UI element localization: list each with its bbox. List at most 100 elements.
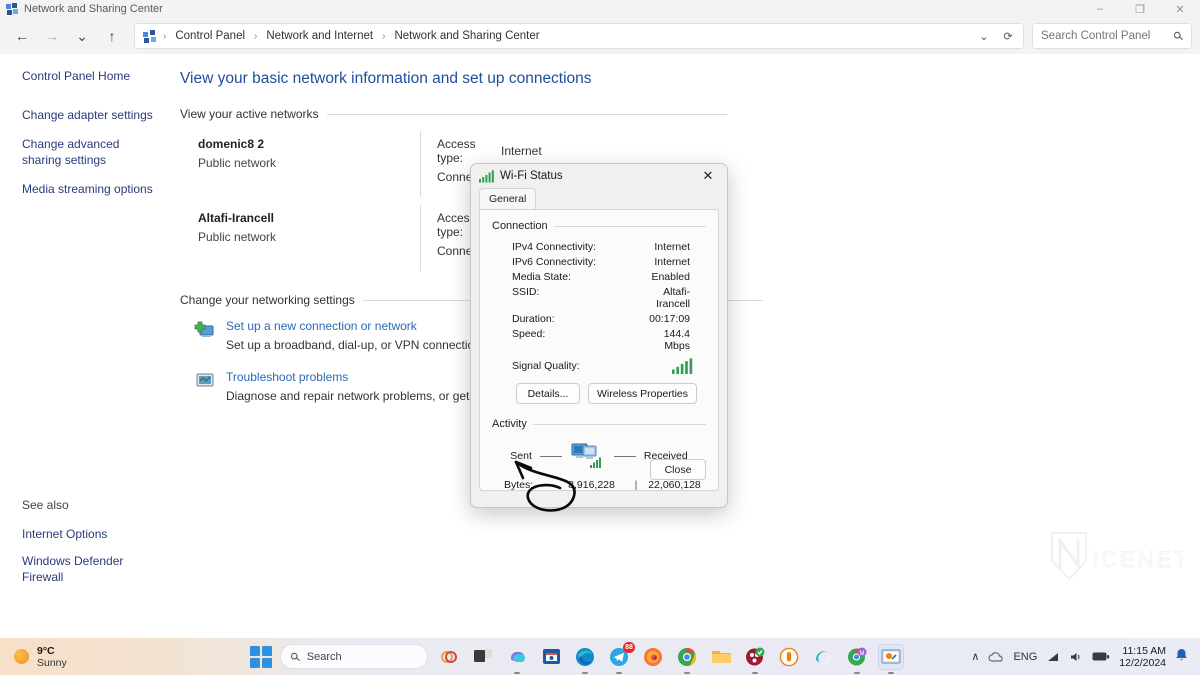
battery-icon[interactable] <box>1092 651 1110 662</box>
minimize-button[interactable]: – <box>1080 0 1120 18</box>
file-explorer-icon[interactable] <box>708 644 734 670</box>
breadcrumb-network-and-sharing-center[interactable]: Network and Sharing Center <box>390 28 543 44</box>
forward-button[interactable]: → <box>38 22 66 50</box>
taskbar-search[interactable]: ⚲ Search <box>280 644 428 669</box>
bytes-label: Bytes: <box>504 479 534 491</box>
telegram-icon[interactable]: 88 <box>606 641 635 674</box>
networking-settings-label: Change your networking settings <box>180 293 355 307</box>
app-orange-icon[interactable] <box>776 644 802 670</box>
network-sharing-center-taskbar-icon[interactable] <box>878 643 904 674</box>
taskbar-search-placeholder: Search <box>306 650 342 663</box>
app-red-icon[interactable] <box>742 644 768 674</box>
app-teal-icon[interactable] <box>810 644 836 670</box>
see-also-internet-options[interactable]: Internet Options <box>22 526 162 542</box>
dialog-close-icon[interactable]: ✕ <box>695 166 721 186</box>
breadcrumb-separator: › <box>382 30 386 42</box>
duration-label: Duration: <box>512 312 555 325</box>
ipv6-label: IPv6 Connectivity: <box>512 255 597 268</box>
running-indicator <box>888 671 894 674</box>
back-button[interactable]: ← <box>8 22 36 50</box>
address-bar-actions: ⌄ ⟳ <box>973 25 1019 47</box>
onedrive-cloud-icon[interactable] <box>988 651 1004 663</box>
wifi-tray-icon[interactable] <box>1046 651 1060 663</box>
notification-bell-icon[interactable] <box>1175 648 1188 665</box>
properties-button[interactable]: Properties <box>500 507 564 508</box>
volume-icon[interactable] <box>1069 651 1083 663</box>
sidebar-item-change-adapter-settings[interactable]: Change adapter settings <box>22 107 162 123</box>
access-type-row: Access type: Internet <box>437 137 680 165</box>
row-duration: Duration: 00:17:09 <box>492 311 706 326</box>
navigation-toolbar: ← → ⌄ ↑ › Control Panel › Network and In… <box>0 18 1200 54</box>
heading-rule <box>326 113 727 115</box>
firefox-icon[interactable] <box>640 644 666 670</box>
connection-buttons: Details... Wireless Properties <box>492 374 706 404</box>
connection-group-label: Connection <box>492 220 548 232</box>
dialog-body: Connection IPv4 Connectivity: Internet I… <box>479 209 719 491</box>
tray-chevron-icon[interactable]: ∧ <box>971 650 979 663</box>
dialog-footer: Close <box>650 459 706 480</box>
microsoft-store-icon[interactable] <box>538 644 564 670</box>
signal-quality-label: Signal Quality: <box>512 360 580 372</box>
media-state-value: Enabled <box>651 270 690 283</box>
dialog-close-button[interactable]: Close <box>650 459 706 480</box>
copilot-small-icon[interactable] <box>436 644 462 670</box>
google-chrome-icon[interactable] <box>674 644 700 674</box>
sidebar-item-change-advanced-sharing-settings[interactable]: Change advanced sharing settings <box>22 136 162 168</box>
start-button[interactable] <box>250 645 272 668</box>
weather-widget[interactable]: 9°C Sunny <box>0 645 250 669</box>
recent-locations-button[interactable]: ⌄ <box>68 22 96 50</box>
up-button[interactable]: ↑ <box>98 22 126 50</box>
chrome-secondary-icon[interactable]: M <box>844 644 870 674</box>
breadcrumb-separator: › <box>163 30 167 42</box>
signal-strength-icon <box>672 358 693 374</box>
refresh-icon[interactable]: ⟳ <box>997 25 1019 47</box>
see-also-windows-defender-firewall[interactable]: Windows Defender Firewall <box>22 553 162 585</box>
breadcrumb-network-and-internet[interactable]: Network and Internet <box>262 28 377 44</box>
activity-buttons: Properties Disable Diagnose <box>492 491 708 508</box>
close-button[interactable]: ✕ <box>1160 0 1200 18</box>
activity-bytes-row: Bytes: 8,916,228 | 22,060,128 <box>492 479 706 491</box>
media-state-label: Media State: <box>512 270 571 283</box>
activity-group-heading: Activity <box>492 418 706 430</box>
ssid-label: SSID: <box>512 285 540 298</box>
running-indicator <box>752 671 758 674</box>
breadcrumb-control-panel[interactable]: Control Panel <box>171 28 249 44</box>
received-dash <box>613 455 636 457</box>
wireless-properties-button[interactable]: Wireless Properties <box>588 383 698 404</box>
new-connection-icon <box>194 319 216 341</box>
wifi-signal-icon <box>479 169 494 182</box>
start-square <box>262 645 272 656</box>
language-indicator[interactable]: ENG <box>1013 651 1037 663</box>
sidebar-item-control-panel-home[interactable]: Control Panel Home <box>22 68 162 84</box>
network-identity: Altafi-Irancell Public network <box>180 205 420 271</box>
tab-general[interactable]: General <box>479 188 537 209</box>
ipv4-label: IPv4 Connectivity: <box>512 240 597 253</box>
task-view-icon[interactable] <box>470 644 496 670</box>
network-name: Altafi-Irancell <box>198 211 275 225</box>
wifi-status-dialog[interactable]: Wi-Fi Status ✕ General Connection IPv4 C… <box>470 163 728 508</box>
details-button[interactable]: Details... <box>516 383 580 404</box>
sun-icon <box>14 649 29 664</box>
clock-time: 11:15 AM <box>1122 644 1166 657</box>
address-dropdown-icon[interactable]: ⌄ <box>973 25 995 47</box>
network-type: Public network <box>198 230 277 244</box>
search-input[interactable] <box>1041 30 1169 42</box>
row-speed: Speed: 144.4 Mbps <box>492 326 706 353</box>
search-icon: ⚲ <box>1170 28 1187 44</box>
address-bar[interactable]: › Control Panel › Network and Internet ›… <box>134 23 1024 49</box>
maximize-button[interactable]: ❐ <box>1120 0 1160 18</box>
taskbar: 9°C Sunny ⚲ Search 88 M ∧ ENG 11:15 AM 1… <box>0 638 1200 675</box>
signal-quality-bars <box>642 358 706 374</box>
address-network-icon <box>143 29 156 43</box>
diagnose-button[interactable]: Diagnose <box>644 507 708 508</box>
microsoft-edge-icon[interactable] <box>572 644 598 674</box>
copilot-icon[interactable] <box>504 644 530 674</box>
sidebar-item-media-streaming-options[interactable]: Media streaming options <box>22 181 162 197</box>
network-identity: domenic8 2 Public network <box>180 131 420 197</box>
search-control-panel-box[interactable]: ⚲ <box>1032 23 1192 49</box>
svg-text:M: M <box>860 651 865 657</box>
dialog-titlebar: Wi-Fi Status ✕ <box>471 164 727 188</box>
disable-button[interactable]: Disable <box>572 507 636 508</box>
clock[interactable]: 11:15 AM 12/2/2024 <box>1119 645 1166 669</box>
network-type: Public network <box>198 156 277 170</box>
